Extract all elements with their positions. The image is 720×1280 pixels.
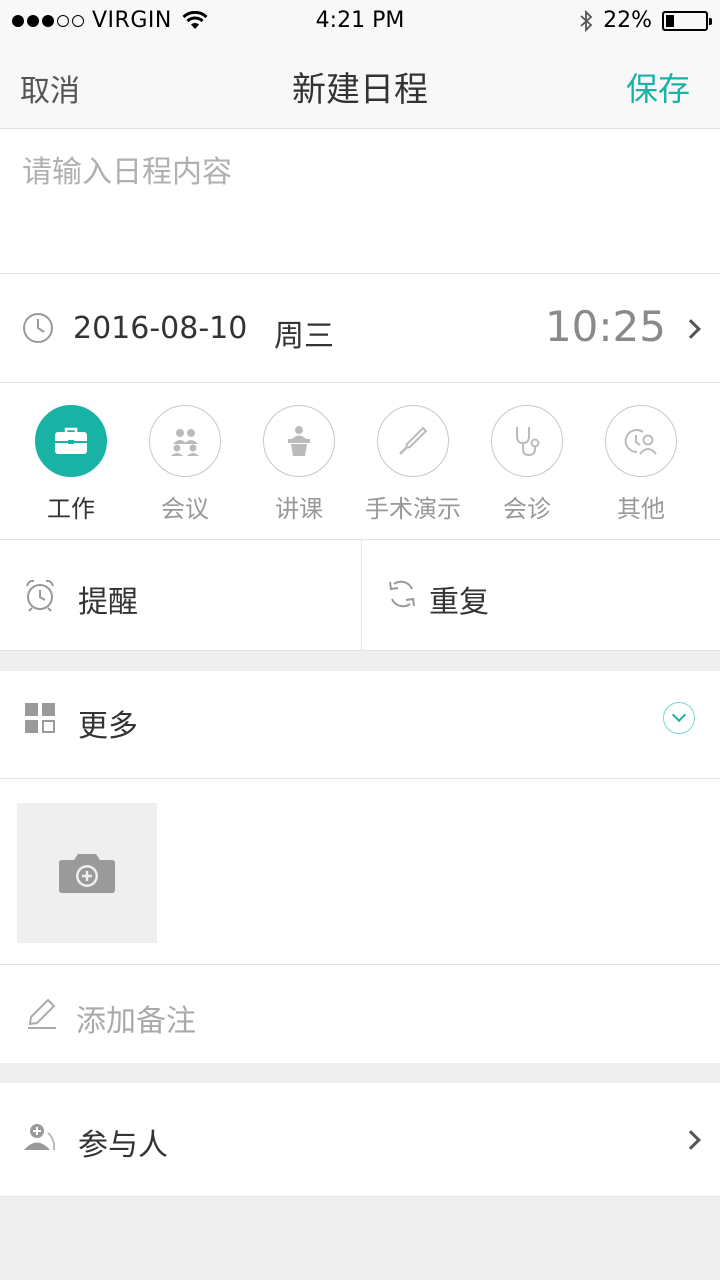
type-label: 其他 bbox=[617, 495, 665, 523]
participants-row[interactable]: 参与人 bbox=[0, 1083, 720, 1197]
battery-percent: 22% bbox=[603, 8, 652, 33]
type-label: 手术演示 bbox=[365, 495, 461, 523]
chevron-down-icon[interactable] bbox=[663, 702, 695, 734]
alarm-clock-icon bbox=[26, 579, 54, 612]
stethoscope-icon bbox=[516, 427, 540, 457]
type-circle bbox=[35, 405, 107, 477]
type-label: 会议 bbox=[161, 495, 209, 523]
repeat-label: 重复 bbox=[429, 585, 489, 620]
remind-label: 提醒 bbox=[78, 585, 138, 620]
schedule-content-input[interactable] bbox=[0, 129, 720, 273]
type-lecture[interactable]: 讲课 bbox=[242, 405, 356, 524]
scalpel-icon bbox=[399, 426, 428, 455]
battery-icon bbox=[662, 10, 712, 31]
type-work[interactable]: 工作 bbox=[14, 405, 128, 524]
type-consultation[interactable]: 会诊 bbox=[470, 405, 584, 524]
lecture-icon bbox=[288, 426, 310, 456]
repeat-icon bbox=[389, 580, 415, 608]
add-note-label: 添加备注 bbox=[76, 1004, 196, 1039]
save-button[interactable]: 保存 bbox=[626, 64, 690, 110]
weekday-text: 周三 bbox=[274, 319, 334, 354]
clock-icon bbox=[23, 313, 53, 343]
type-other[interactable]: 其他 bbox=[584, 405, 698, 524]
briefcase-icon bbox=[55, 427, 87, 454]
type-surgery-demo[interactable]: 手术演示 bbox=[356, 405, 470, 524]
type-meeting[interactable]: 会议 bbox=[128, 405, 242, 524]
content-section bbox=[0, 129, 720, 274]
datetime-row[interactable]: 2016-08-10 周三 10:25 bbox=[0, 274, 720, 383]
type-label: 工作 bbox=[47, 495, 95, 523]
type-circle bbox=[263, 405, 335, 477]
type-circle bbox=[149, 405, 221, 477]
more-row[interactable]: 更多 bbox=[0, 671, 720, 779]
type-circle bbox=[605, 405, 677, 477]
chevron-right-icon bbox=[681, 1130, 701, 1150]
add-note-row[interactable]: 添加备注 bbox=[0, 965, 720, 1063]
type-label: 会诊 bbox=[503, 495, 551, 523]
photo-section bbox=[0, 779, 720, 965]
bluetooth-icon bbox=[580, 9, 593, 32]
status-bar: VIRGIN 4:21 PM 22% bbox=[0, 0, 720, 40]
date-text: 2016-08-10 bbox=[73, 311, 248, 346]
participants-label: 参与人 bbox=[78, 1128, 168, 1163]
add-photo-button[interactable] bbox=[17, 803, 157, 943]
type-selector: 工作 会议 讲课 手术演示 会诊 其他 bbox=[0, 383, 720, 540]
nav-bar: 取消 新建日程 保存 bbox=[0, 40, 720, 129]
type-circle bbox=[377, 405, 449, 477]
participants-icon bbox=[24, 1124, 56, 1151]
repeat-button[interactable]: 重复 bbox=[361, 540, 720, 650]
type-circle bbox=[491, 405, 563, 477]
remind-repeat-row: 提醒 重复 bbox=[0, 540, 720, 651]
chevron-right-icon bbox=[681, 319, 701, 339]
other-icon bbox=[624, 429, 657, 455]
meeting-icon bbox=[171, 429, 199, 456]
page-title: 新建日程 bbox=[292, 70, 428, 110]
time-text: 10:25 bbox=[544, 302, 666, 351]
remind-button[interactable]: 提醒 bbox=[0, 540, 361, 650]
status-right: 22% bbox=[579, 8, 712, 33]
grid-icon bbox=[25, 703, 55, 733]
camera-add-icon bbox=[59, 854, 115, 893]
type-label: 讲课 bbox=[275, 495, 323, 523]
pencil-icon bbox=[28, 998, 56, 1029]
more-label: 更多 bbox=[78, 709, 138, 744]
